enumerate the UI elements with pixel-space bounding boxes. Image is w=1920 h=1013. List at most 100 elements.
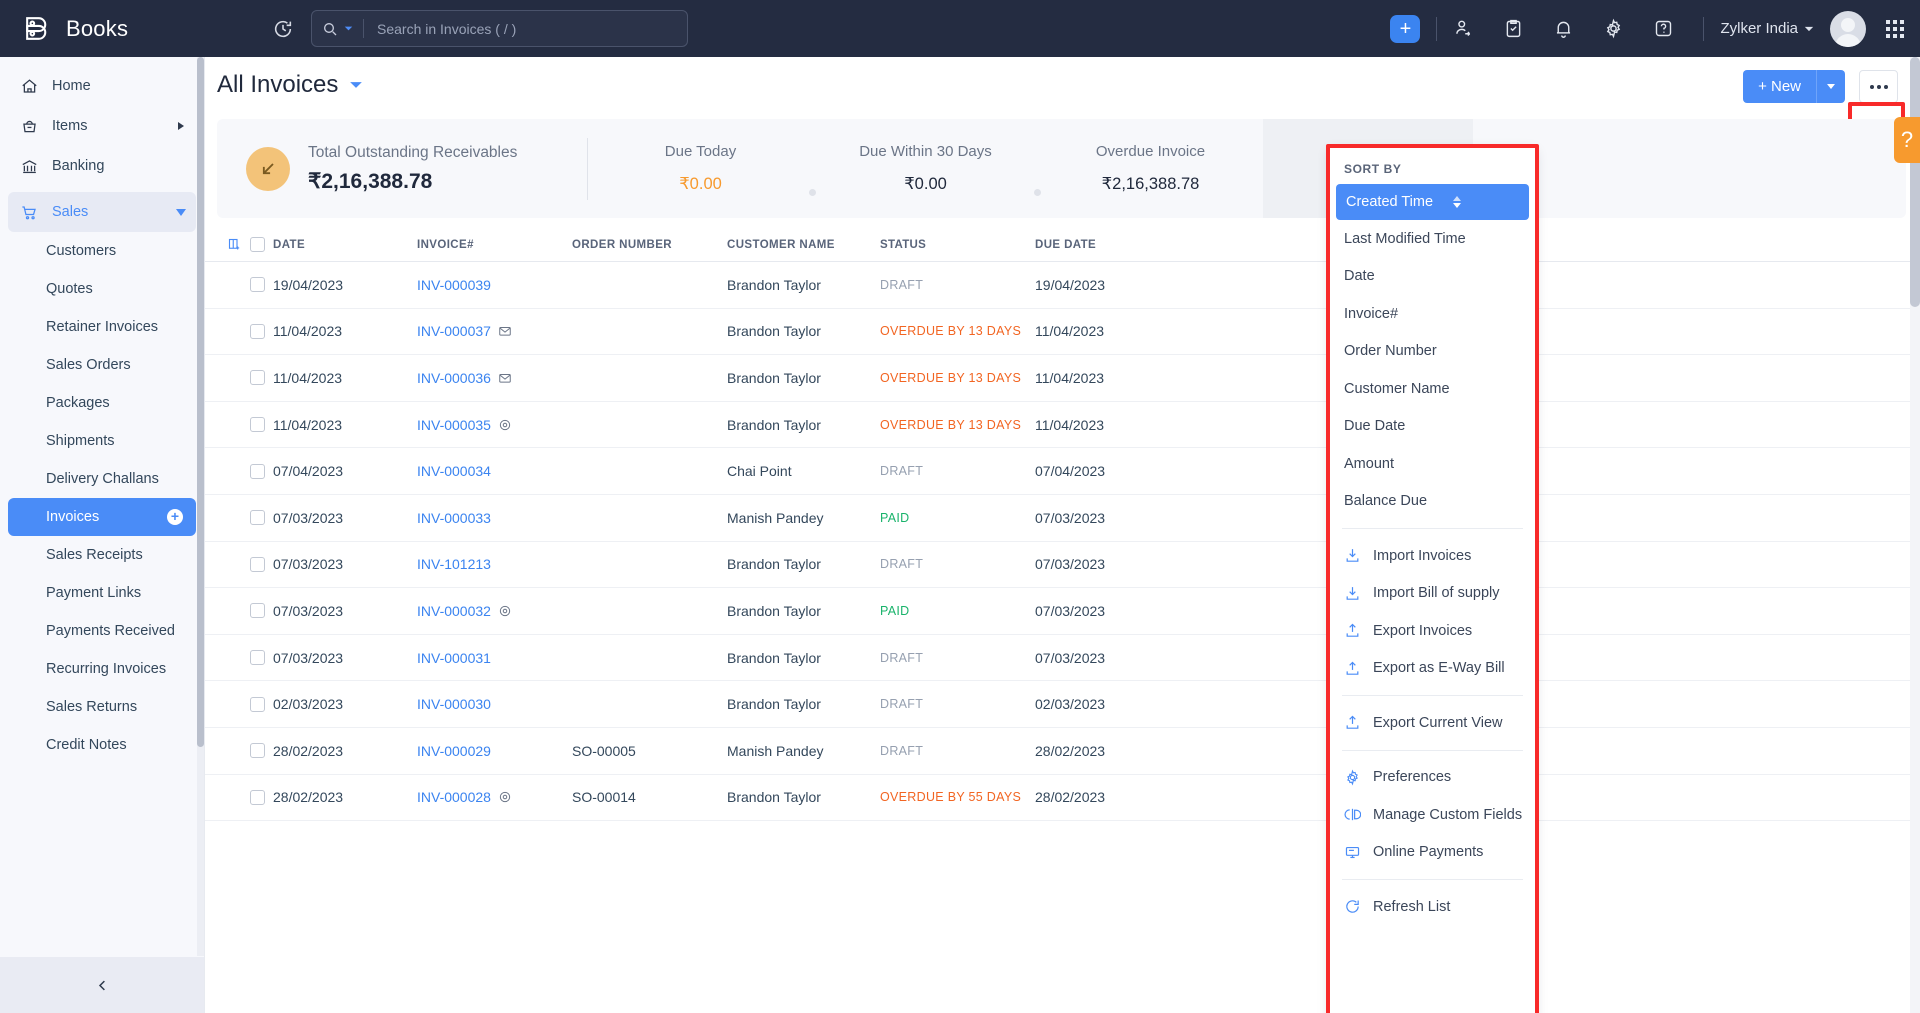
table-header-invoice[interactable]: INVOICE# — [417, 239, 572, 251]
row-checkbox[interactable] — [250, 510, 265, 525]
eye-icon[interactable] — [498, 418, 512, 432]
quick-create-button[interactable]: + — [1390, 15, 1420, 43]
table-row[interactable]: 11/04/2023INV-000037Brandon TaylorOVERDU… — [205, 309, 1920, 356]
help-side-tab[interactable]: ? — [1894, 117, 1920, 163]
sidebar-item-customers[interactable]: Customers — [8, 232, 196, 270]
sidebar-item-quotes[interactable]: Quotes — [8, 270, 196, 308]
referral-users-icon[interactable] — [1453, 18, 1474, 39]
table-row[interactable]: 28/02/2023INV-000028SO-00014Brandon Tayl… — [205, 775, 1920, 822]
table-row[interactable]: 28/02/2023INV-000029SO-00005Manish Pande… — [205, 728, 1920, 775]
invoice-link[interactable]: INV-000031 — [417, 650, 491, 666]
table-row[interactable]: 07/03/2023INV-101213Brandon TaylorDRAFT0… — [205, 542, 1920, 589]
menu-sort-last-modified-time[interactable]: Last Modified Time — [1330, 220, 1535, 258]
invoice-link[interactable]: INV-000036 — [417, 370, 491, 386]
invoice-link[interactable]: INV-000032 — [417, 603, 491, 619]
invoice-link[interactable]: INV-000028 — [417, 789, 491, 805]
table-header-due-date[interactable]: DUE DATE — [1035, 239, 1220, 251]
cell-invoice-number[interactable]: INV-000031 — [417, 650, 572, 666]
menu-item-export-as-e-way-bill[interactable]: Export as E-Way Bill — [1330, 650, 1535, 688]
cell-invoice-number[interactable]: INV-101213 — [417, 556, 572, 572]
row-checkbox[interactable] — [250, 650, 265, 665]
table-header-customer-name[interactable]: CUSTOMER NAME — [727, 239, 880, 251]
invoice-link[interactable]: INV-000039 — [417, 277, 491, 293]
cell-invoice-number[interactable]: INV-000037 — [417, 323, 572, 339]
menu-sort-order-number[interactable]: Order Number — [1330, 333, 1535, 371]
sidebar-item-payment-links[interactable]: Payment Links — [8, 574, 196, 612]
sidebar-item-sales-orders[interactable]: Sales Orders — [8, 346, 196, 384]
sort-direction-icon[interactable] — [1453, 196, 1461, 208]
menu-item-import-bill-of-supply[interactable]: Import Bill of supply — [1330, 575, 1535, 613]
new-invoice-button[interactable]: + New — [1743, 70, 1816, 103]
sidebar-item-sales[interactable]: Sales — [8, 192, 196, 232]
envelope-icon[interactable] — [498, 371, 512, 385]
table-row[interactable]: 11/04/2023INV-000036Brandon TaylorOVERDU… — [205, 355, 1920, 402]
cell-invoice-number[interactable]: INV-000029 — [417, 743, 572, 759]
sidebar-item-packages[interactable]: Packages — [8, 384, 196, 422]
menu-item-export-current-view[interactable]: Export Current View — [1330, 704, 1535, 742]
sidebar-item-retainer-invoices[interactable]: Retainer Invoices — [8, 308, 196, 346]
invoice-link[interactable]: INV-000037 — [417, 323, 491, 339]
cell-invoice-number[interactable]: INV-000028 — [417, 789, 572, 805]
invoice-link[interactable]: INV-000035 — [417, 417, 491, 433]
cell-invoice-number[interactable]: INV-000033 — [417, 510, 572, 526]
eye-icon[interactable] — [498, 604, 512, 618]
sidebar-item-banking[interactable]: Banking — [8, 146, 196, 186]
sidebar-scrollbar-thumb[interactable] — [197, 57, 204, 747]
table-header-order-number[interactable]: ORDER NUMBER — [572, 239, 727, 251]
column-settings-icon[interactable] — [227, 237, 242, 252]
invoice-link[interactable]: INV-000029 — [417, 743, 491, 759]
row-checkbox[interactable] — [250, 277, 265, 292]
menu-item-preferences[interactable]: Preferences — [1330, 759, 1535, 797]
menu-sort-customer-name[interactable]: Customer Name — [1330, 370, 1535, 408]
envelope-icon[interactable] — [498, 324, 512, 338]
new-dropdown-button[interactable] — [1816, 70, 1845, 103]
table-row[interactable]: 07/04/2023INV-000034Chai PointDRAFT07/04… — [205, 448, 1920, 495]
search-scope-chevron-down-icon[interactable] — [344, 24, 353, 33]
view-chevron-down-icon[interactable] — [349, 78, 363, 92]
menu-item-export-invoices[interactable]: Export Invoices — [1330, 612, 1535, 650]
sidebar-item-recurring-invoices[interactable]: Recurring Invoices — [8, 650, 196, 688]
row-checkbox[interactable] — [250, 603, 265, 618]
menu-item-manage-custom-fields[interactable]: Manage Custom Fields — [1330, 796, 1535, 834]
cell-invoice-number[interactable]: INV-000035 — [417, 417, 572, 433]
sidebar-item-shipments[interactable]: Shipments — [8, 422, 196, 460]
search-box[interactable] — [311, 10, 688, 47]
recent-history-icon[interactable] — [272, 18, 294, 40]
menu-sort-due-date[interactable]: Due Date — [1330, 408, 1535, 446]
invoice-link[interactable]: INV-101213 — [417, 556, 491, 572]
page-scrollbar-thumb[interactable] — [1910, 57, 1920, 307]
row-checkbox[interactable] — [250, 557, 265, 572]
row-checkbox[interactable] — [250, 697, 265, 712]
menu-item-import-invoices[interactable]: Import Invoices — [1330, 537, 1535, 575]
sidebar-item-home[interactable]: Home — [8, 66, 196, 106]
menu-item-refresh-list[interactable]: Refresh List — [1330, 888, 1535, 926]
invoice-link[interactable]: INV-000033 — [417, 510, 491, 526]
table-row[interactable]: 07/03/2023INV-000032Brandon TaylorPAID07… — [205, 588, 1920, 635]
row-checkbox[interactable] — [250, 790, 265, 805]
menu-sort-invoice-[interactable]: Invoice# — [1330, 295, 1535, 333]
organization-chevron-down-icon[interactable] — [1804, 24, 1814, 34]
table-header-date[interactable]: DATE — [273, 239, 417, 251]
cell-invoice-number[interactable]: INV-000032 — [417, 603, 572, 619]
invoice-link[interactable]: INV-000030 — [417, 696, 491, 712]
table-row[interactable]: 07/03/2023INV-000033Manish PandeyPAID07/… — [205, 495, 1920, 542]
sidebar-item-credit-notes[interactable]: Credit Notes — [8, 726, 196, 764]
row-checkbox[interactable] — [250, 417, 265, 432]
tasks-clipboard-icon[interactable] — [1503, 18, 1524, 39]
apps-grid-icon[interactable] — [1886, 20, 1904, 38]
eye-icon[interactable] — [498, 790, 512, 804]
select-all-checkbox[interactable] — [250, 237, 265, 252]
help-question-icon[interactable] — [1653, 18, 1674, 39]
menu-sort-created-time[interactable]: Created Time — [1336, 184, 1529, 220]
cell-invoice-number[interactable]: INV-000030 — [417, 696, 572, 712]
sidebar-item-items[interactable]: Items — [8, 106, 196, 146]
table-row[interactable]: 11/04/2023INV-000035Brandon TaylorOVERDU… — [205, 402, 1920, 449]
cell-invoice-number[interactable]: INV-000039 — [417, 277, 572, 293]
sidebar-item-sales-receipts[interactable]: Sales Receipts — [8, 536, 196, 574]
row-checkbox[interactable] — [250, 464, 265, 479]
menu-sort-balance-due[interactable]: Balance Due — [1330, 483, 1535, 521]
user-avatar[interactable] — [1830, 11, 1866, 47]
sidebar-collapse-button[interactable] — [0, 957, 205, 1013]
add-invoice-plus-icon[interactable]: + — [167, 509, 183, 525]
organization-name[interactable]: Zylker India — [1720, 20, 1798, 37]
